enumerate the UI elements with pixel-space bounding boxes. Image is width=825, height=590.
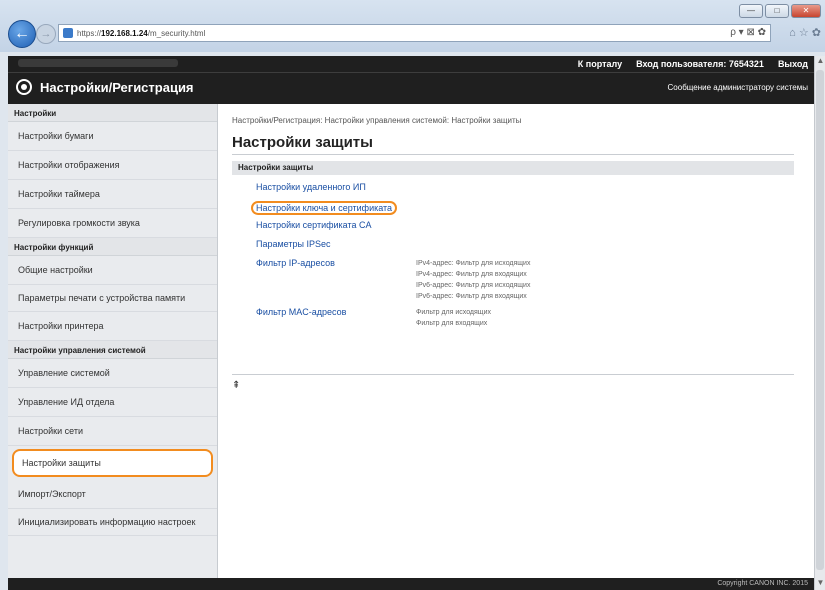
header-title-text: Настройки/Регистрация xyxy=(40,79,194,95)
address-tools[interactable]: ρ ▾ ⊠ ✿ xyxy=(730,27,770,38)
list-item: Настройки сертификата CA xyxy=(256,220,796,234)
link-key-certificate[interactable]: Настройки ключа и сертификата xyxy=(251,201,398,215)
sidebar: Настройки Настройки бумаги Настройки ото… xyxy=(8,104,218,578)
ip-filter-desc-line: IPv4-адрес: Фильтр для входящих xyxy=(416,271,527,278)
mac-filter-desc-line: Фильтр для исходящих xyxy=(416,309,491,316)
scroll-down-icon[interactable]: ▼ xyxy=(815,578,825,590)
sidebar-item-timer[interactable]: Настройки таймера xyxy=(8,180,217,209)
admin-message-link[interactable]: Сообщение администратору системы xyxy=(668,83,808,92)
browser-chrome: — □ ✕ ← → https://192.168.1.24/m_securit… xyxy=(0,0,825,52)
favicon-icon xyxy=(63,28,73,38)
mac-filter-desc-line: Фильтр для входящих xyxy=(416,320,488,327)
back-button[interactable]: ← xyxy=(8,20,36,48)
portal-link[interactable]: К порталу xyxy=(578,59,622,69)
sidebar-item-printer[interactable]: Настройки принтера xyxy=(8,312,217,341)
main-content: Настройки/Регистрация: Настройки управле… xyxy=(218,104,814,578)
login-info: Вход пользователя: 7654321 xyxy=(636,59,764,69)
list-item: Настройки ключа и сертификата xyxy=(251,201,796,215)
sidebar-item-volume[interactable]: Регулировка громкости звука xyxy=(8,209,217,238)
sidebar-section-system: Настройки управления системой xyxy=(8,341,217,359)
app-header: К порталу Вход пользователя: 7654321 Вых… xyxy=(8,56,814,104)
sidebar-item-network[interactable]: Настройки сети xyxy=(8,417,217,446)
ip-filter-desc-line: IPv6-адрес: Фильтр для исходящих xyxy=(416,282,531,289)
sidebar-section-functions: Настройки функций xyxy=(8,238,217,256)
ip-filter-desc-line: IPv6-адрес: Фильтр для входящих xyxy=(416,293,527,300)
page-title: Настройки защиты xyxy=(232,134,373,151)
settings-gear-icon xyxy=(16,79,32,95)
section-header: Настройки защиты xyxy=(232,161,794,175)
list-item: Параметры IPSec xyxy=(256,239,796,253)
content-divider xyxy=(232,374,794,375)
logout-link[interactable]: Выход xyxy=(778,59,808,69)
ip-filter-description: IPv4-адрес: Фильтр для исходящих IPv4-ад… xyxy=(416,258,796,302)
security-links: Настройки удаленного ИП Настройки ключа … xyxy=(251,182,796,334)
window-controls: — □ ✕ xyxy=(739,4,821,18)
sidebar-item-display[interactable]: Настройки отображения xyxy=(8,151,217,180)
header-top-links: К порталу Вход пользователя: 7654321 Вых… xyxy=(578,59,808,69)
scrollbar[interactable]: ▲ ▼ xyxy=(814,56,825,590)
minimize-button[interactable]: — xyxy=(739,4,763,18)
address-bar[interactable]: https://192.168.1.24/m_security.html ρ ▾… xyxy=(58,24,771,42)
link-mac-filter[interactable]: Фильтр MAC-адресов xyxy=(256,307,346,317)
sidebar-item-security[interactable]: Настройки защиты xyxy=(12,449,213,477)
list-item: Настройки удаленного ИП xyxy=(256,182,796,196)
maximize-button[interactable]: □ xyxy=(765,4,789,18)
scroll-thumb[interactable] xyxy=(816,70,824,570)
back-to-top-icon[interactable]: ⇞ xyxy=(232,380,240,391)
sidebar-item-initialize[interactable]: Инициализировать информацию настроек xyxy=(8,509,217,536)
ip-filter-desc-line: IPv4-адрес: Фильтр для исходящих xyxy=(416,260,531,267)
sidebar-section-settings: Настройки xyxy=(8,104,217,122)
close-button[interactable]: ✕ xyxy=(791,4,821,18)
browser-toolbar-icons[interactable]: ⌂ ☆ ✿ xyxy=(789,26,821,39)
sidebar-item-system-management[interactable]: Управление системой xyxy=(8,359,217,388)
breadcrumb: Настройки/Регистрация: Настройки управле… xyxy=(232,116,522,125)
sidebar-item-dept-id[interactable]: Управление ИД отдела xyxy=(8,388,217,417)
mac-filter-description: Фильтр для исходящих Фильтр для входящих xyxy=(416,307,796,329)
header-divider xyxy=(8,72,814,73)
link-ip-filter[interactable]: Фильтр IP-адресов xyxy=(256,258,335,268)
sidebar-item-import-export[interactable]: Импорт/Экспорт xyxy=(8,480,217,509)
link-ca-certificate[interactable]: Настройки сертификата CA xyxy=(256,220,372,230)
sidebar-item-paper[interactable]: Настройки бумаги xyxy=(8,122,217,151)
title-divider xyxy=(232,154,794,155)
forward-button[interactable]: → xyxy=(36,24,56,44)
link-remote-ui[interactable]: Настройки удаленного ИП xyxy=(256,182,366,192)
scroll-up-icon[interactable]: ▲ xyxy=(815,56,825,68)
ip-filter-row: Фильтр IP-адресов IPv4-адрес: Фильтр для… xyxy=(256,258,796,302)
link-ipsec[interactable]: Параметры IPSec xyxy=(256,239,331,249)
url-text: https://192.168.1.24/m_security.html xyxy=(77,28,206,38)
footer: Copyright CANON INC. 2015 xyxy=(8,578,814,590)
page-header-title: Настройки/Регистрация xyxy=(16,79,194,95)
sidebar-item-common[interactable]: Общие настройки xyxy=(8,256,217,285)
sidebar-item-memory-print[interactable]: Параметры печати с устройства памяти xyxy=(8,285,217,312)
mac-filter-row: Фильтр MAC-адресов Фильтр для исходящих … xyxy=(256,307,796,329)
device-name-blurred xyxy=(18,59,178,67)
